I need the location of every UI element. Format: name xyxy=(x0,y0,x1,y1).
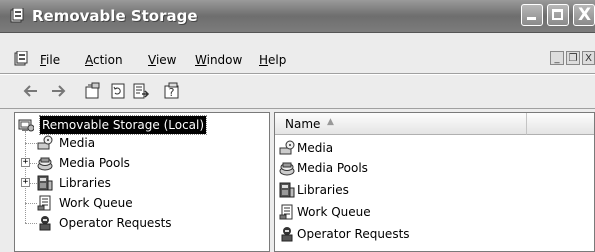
computer-storage-icon xyxy=(18,119,34,132)
tree-item-label: Media xyxy=(59,136,96,150)
menu-view-label: View xyxy=(148,53,177,67)
list-item-name: Work Queue xyxy=(297,205,371,219)
forward-arrow-icon[interactable] xyxy=(49,82,67,100)
back-arrow-icon[interactable] xyxy=(22,82,40,100)
list-item-name: Operator Requests xyxy=(297,227,410,241)
list-item-name: Libraries xyxy=(297,183,349,197)
tree-item-label: Operator Requests xyxy=(59,216,172,230)
tree-connector xyxy=(25,203,37,204)
work-queue-icon xyxy=(279,204,293,220)
work-queue-icon xyxy=(37,195,51,211)
refresh-icon[interactable] xyxy=(109,82,127,100)
operator-requests-icon xyxy=(281,227,293,242)
column-header-name-label: Name xyxy=(285,117,321,131)
menu-action[interactable]: Action xyxy=(85,53,123,67)
menu-help-label: Help xyxy=(259,53,287,67)
console-icon[interactable] xyxy=(14,51,30,67)
tree-item-work-queue[interactable]: Work Queue xyxy=(37,194,217,212)
libraries-icon xyxy=(37,175,53,191)
tree-item-label: Work Queue xyxy=(59,196,133,210)
menu-window[interactable]: Window xyxy=(195,53,242,67)
child-close-button[interactable]: X xyxy=(582,51,595,65)
media-pools-icon xyxy=(37,157,53,171)
removable-storage-app-icon xyxy=(10,8,24,23)
help-icon[interactable]: ? xyxy=(163,82,181,100)
menu-file[interactable]: File xyxy=(40,53,60,67)
tree-root-label: Removable Storage (Local) xyxy=(38,115,208,135)
title-bar[interactable]: Removable Storage X xyxy=(0,0,595,33)
menu-help[interactable]: Help xyxy=(259,53,286,67)
toolbar-separator xyxy=(0,108,595,109)
sort-ascending-icon: ▲ xyxy=(327,117,334,127)
expand-libraries-button[interactable]: + xyxy=(21,178,30,187)
mmc-window: Removable Storage X File Action View Win… xyxy=(0,0,595,252)
tree-connector xyxy=(30,163,37,164)
child-minimize-button[interactable]: _ xyxy=(550,51,564,65)
menu-view[interactable]: View xyxy=(148,53,176,67)
maximize-icon xyxy=(552,9,563,20)
tree-item-libraries[interactable]: Libraries xyxy=(37,174,217,192)
column-header-blank[interactable] xyxy=(527,113,594,135)
menu-window-label: Window xyxy=(195,53,243,67)
list-item-name: Media xyxy=(297,141,334,155)
tree-connector xyxy=(25,143,37,144)
tree-root-removable-storage[interactable]: Removable Storage (Local) xyxy=(18,115,258,135)
tree-item-media[interactable]: Media xyxy=(37,134,217,152)
media-pools-icon xyxy=(279,162,295,176)
minimize-button[interactable] xyxy=(521,4,543,26)
child-restore-button[interactable]: ❐ xyxy=(566,51,580,65)
tree-item-label: Libraries xyxy=(59,176,111,190)
menu-file-label: File xyxy=(40,53,61,67)
operator-requests-icon xyxy=(39,216,51,231)
close-button[interactable]: X xyxy=(573,4,595,26)
tree-item-operator-requests[interactable]: Operator Requests xyxy=(37,214,217,232)
tree-connector xyxy=(25,223,37,224)
expand-media-pools-button[interactable]: + xyxy=(21,158,30,167)
libraries-icon xyxy=(279,182,295,198)
tree-connector xyxy=(30,183,37,184)
column-header-name[interactable]: Name ▲ xyxy=(275,113,527,135)
window-title: Removable Storage xyxy=(32,7,198,25)
media-icon xyxy=(279,140,295,155)
menu-action-label: Action xyxy=(85,53,123,67)
export-list-icon[interactable] xyxy=(132,82,150,100)
tree-item-label: Media Pools xyxy=(59,156,130,170)
close-icon: X xyxy=(578,5,592,25)
tree-item-media-pools[interactable]: Media Pools xyxy=(37,154,217,172)
svg-text:?: ? xyxy=(169,86,175,99)
maximize-button[interactable] xyxy=(547,4,569,26)
properties-icon[interactable] xyxy=(84,82,102,100)
minimize-icon xyxy=(527,17,536,20)
list-item-name: Media Pools xyxy=(297,161,368,175)
media-icon xyxy=(37,135,53,150)
